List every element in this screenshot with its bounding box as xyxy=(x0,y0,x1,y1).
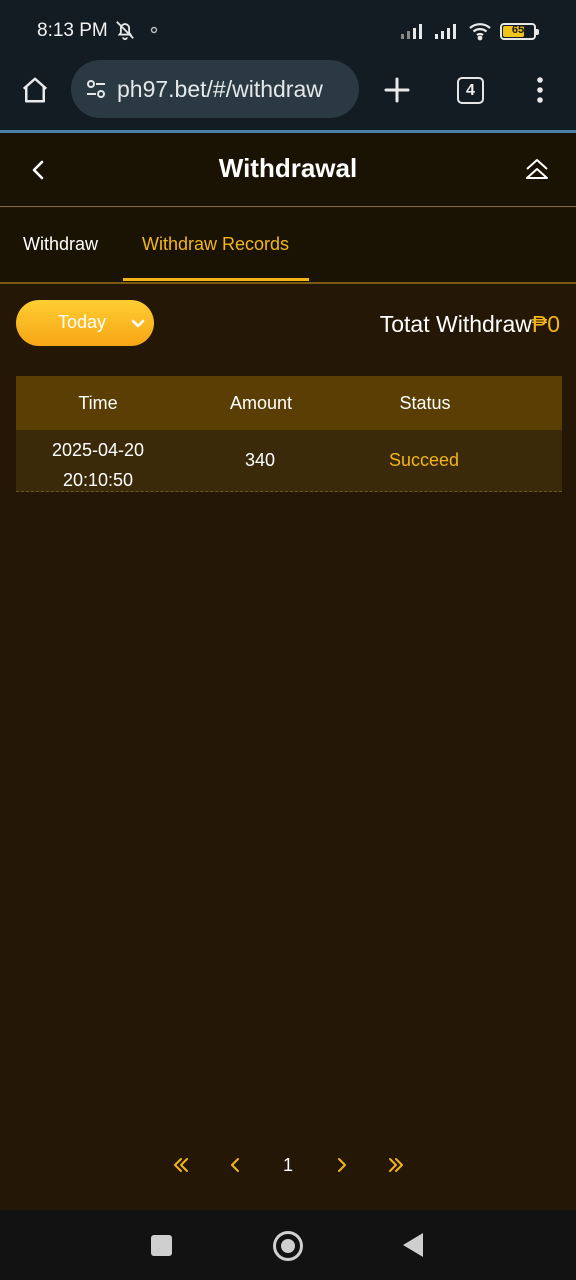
bell-off-icon xyxy=(116,21,134,41)
tab-withdraw[interactable]: Withdraw xyxy=(23,234,98,255)
tab-withdraw-records[interactable]: Withdraw Records xyxy=(142,234,289,255)
battery-icon: 65 xyxy=(500,22,539,40)
status-bar: 8:13 PM 65 xyxy=(0,0,576,62)
first-page-button[interactable] xyxy=(166,1150,196,1180)
next-page-button[interactable] xyxy=(327,1150,357,1180)
tab-bar: Withdraw Withdraw Records xyxy=(0,208,576,284)
cell-date: 2025-04-20 xyxy=(51,440,145,460)
tabs-divider xyxy=(0,282,576,284)
recents-square-icon[interactable] xyxy=(151,1235,172,1256)
cell-time: 2025-04-20 20:10:50 xyxy=(16,435,180,495)
withdraw-records-table: Time Amount Status 2025-04-20 20:10:50 3… xyxy=(16,376,562,492)
home-circle-icon[interactable] xyxy=(273,1231,303,1261)
tab-switcher-button[interactable]: 4 xyxy=(457,77,484,104)
dot-indicator-icon xyxy=(150,26,158,34)
page-title: Withdrawal xyxy=(218,153,358,183)
signal-icon-1 xyxy=(401,24,422,39)
cell-clock: 20:10:50 xyxy=(62,470,134,490)
wifi-icon xyxy=(469,23,491,41)
site-settings-icon[interactable] xyxy=(83,76,109,102)
total-withdraw-label: Totat Withdraw xyxy=(379,311,532,337)
signal-icon-2 xyxy=(435,24,456,39)
total-withdraw: Totat Withdraw₱0 xyxy=(380,311,560,338)
column-header-amount: Amount xyxy=(229,393,293,413)
address-bar[interactable]: ph97.bet/#/withdraw xyxy=(71,60,359,118)
status-left-icons xyxy=(114,19,158,41)
page-number[interactable]: 1 xyxy=(273,1150,303,1180)
table-header: Time Amount Status xyxy=(16,376,562,430)
browser-toolbar: ph97.bet/#/withdraw 4 xyxy=(0,60,576,122)
browser-chrome: 8:13 PM 65 ph97.bet/#/withdraw 4 xyxy=(0,0,576,133)
column-header-time: Time xyxy=(78,393,118,413)
status-right-icons: 65 xyxy=(400,21,539,41)
system-nav-bar xyxy=(0,1210,576,1280)
column-header-status: Status xyxy=(399,393,451,413)
app-header: Withdrawal xyxy=(0,133,576,207)
last-page-button[interactable] xyxy=(381,1150,411,1180)
more-menu-icon[interactable] xyxy=(528,75,552,105)
url-text[interactable]: ph97.bet/#/withdraw xyxy=(117,76,323,103)
double-chevron-left-icon xyxy=(174,1158,188,1172)
cell-status: Succeed xyxy=(388,450,460,470)
double-chevron-right-icon xyxy=(389,1158,403,1172)
home-icon xyxy=(22,77,48,103)
date-range-label: Today xyxy=(58,312,107,332)
home-outline-icon[interactable] xyxy=(522,155,552,185)
table-row: 2025-04-20 20:10:50 340 Succeed xyxy=(16,430,562,492)
battery-level: 65 xyxy=(511,23,525,36)
browser-home-button[interactable] xyxy=(18,73,52,107)
new-tab-plus-icon[interactable] xyxy=(381,74,413,106)
cell-amount: 340 xyxy=(244,450,276,470)
pagination: 1 xyxy=(0,1150,576,1180)
date-range-dropdown[interactable]: Today xyxy=(16,300,154,346)
chevron-down-icon xyxy=(131,319,145,328)
prev-page-button[interactable] xyxy=(220,1150,250,1180)
back-triangle-icon[interactable] xyxy=(403,1233,423,1257)
chevron-left-icon xyxy=(231,1158,239,1172)
chevron-right-icon xyxy=(338,1158,346,1172)
status-time: 8:13 PM xyxy=(37,20,108,41)
total-withdraw-amount: ₱0 xyxy=(531,311,560,337)
active-tab-indicator xyxy=(123,278,309,281)
